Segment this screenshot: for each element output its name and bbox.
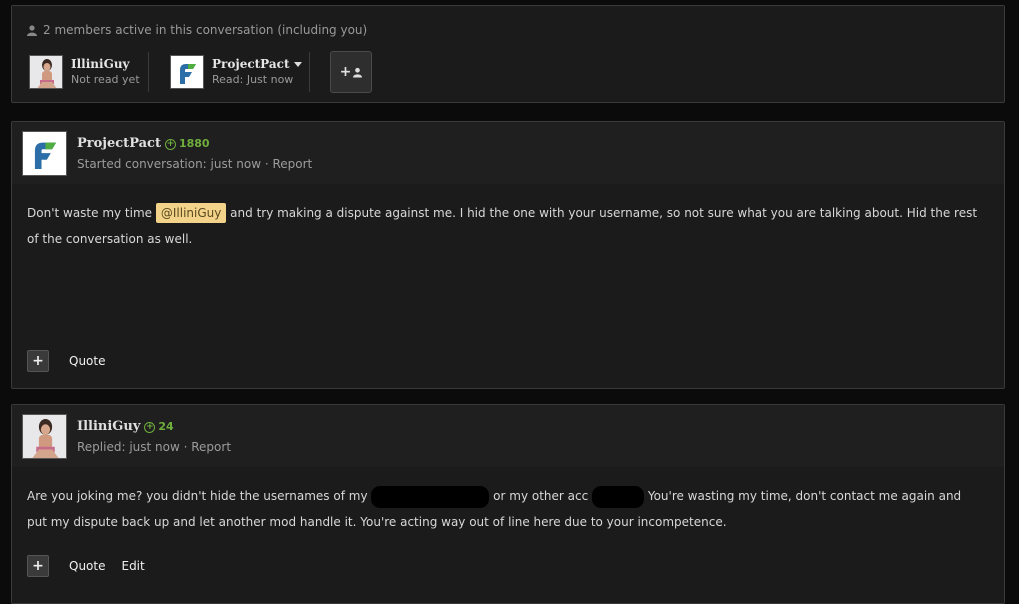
message-header: IlliniGuy +24 Replied: just now · Report <box>12 405 1004 467</box>
author-name[interactable]: ProjectPact +1880 <box>77 136 210 151</box>
avatar[interactable] <box>170 55 204 89</box>
plus-icon: + <box>339 64 352 80</box>
edit-link[interactable]: Edit <box>121 559 144 573</box>
message-actions: + Quote <box>27 350 105 372</box>
divider <box>148 52 149 92</box>
member-status: Not read yet <box>71 73 140 86</box>
reputation-badge: +1880 <box>164 137 210 150</box>
members-panel: 2 members active in this conversation (i… <box>11 5 1005 103</box>
quote-link[interactable]: Quote <box>69 354 105 368</box>
message-body: Don't waste my time @IlliniGuy and try m… <box>27 200 984 252</box>
report-link[interactable]: Report <box>191 440 231 454</box>
chevron-down-icon[interactable] <box>293 62 302 67</box>
expand-button[interactable]: + <box>27 350 49 372</box>
member-status: Read: Just now <box>212 73 294 86</box>
avatar[interactable] <box>22 414 67 459</box>
member-illiniguy[interactable]: IlliniGuy Not read yet <box>29 55 140 89</box>
message-post: ProjectPact +1880 Started conversation: j… <box>11 121 1005 389</box>
members-header: 2 members active in this conversation (i… <box>27 23 367 37</box>
author-name[interactable]: IlliniGuy +24 <box>77 419 174 434</box>
members-count-text: 2 members active in this conversation (i… <box>43 23 368 37</box>
report-link[interactable]: Report <box>272 157 312 171</box>
redacted-block <box>592 485 645 508</box>
avatar[interactable] <box>29 55 63 89</box>
plus-circle-icon: + <box>144 421 156 433</box>
member-name[interactable]: ProjectPact <box>212 56 302 72</box>
message-body: Are you joking me? you didn't hide the u… <box>27 483 984 535</box>
divider <box>309 52 310 92</box>
redacted-block <box>371 485 490 508</box>
message-post: IlliniGuy +24 Replied: just now · Report … <box>11 404 1005 604</box>
plus-circle-icon: + <box>164 138 176 150</box>
message-meta: Started conversation: just now · Report <box>77 157 313 171</box>
member-projectpact[interactable]: ProjectPact Read: Just now <box>170 55 302 89</box>
message-actions: + Quote Edit <box>27 555 145 577</box>
expand-button[interactable]: + <box>27 555 49 577</box>
user-icon <box>27 24 37 36</box>
quote-link[interactable]: Quote <box>69 559 105 573</box>
add-user-icon <box>353 67 363 77</box>
member-name[interactable]: IlliniGuy <box>71 56 140 72</box>
reputation-badge: +24 <box>144 420 174 433</box>
user-mention[interactable]: @IlliniGuy <box>155 203 227 223</box>
avatar[interactable] <box>22 131 67 176</box>
message-meta: Replied: just now · Report <box>77 440 232 454</box>
invite-members-button[interactable]: + <box>330 51 372 93</box>
message-header: ProjectPact +1880 Started conversation: j… <box>12 122 1004 184</box>
